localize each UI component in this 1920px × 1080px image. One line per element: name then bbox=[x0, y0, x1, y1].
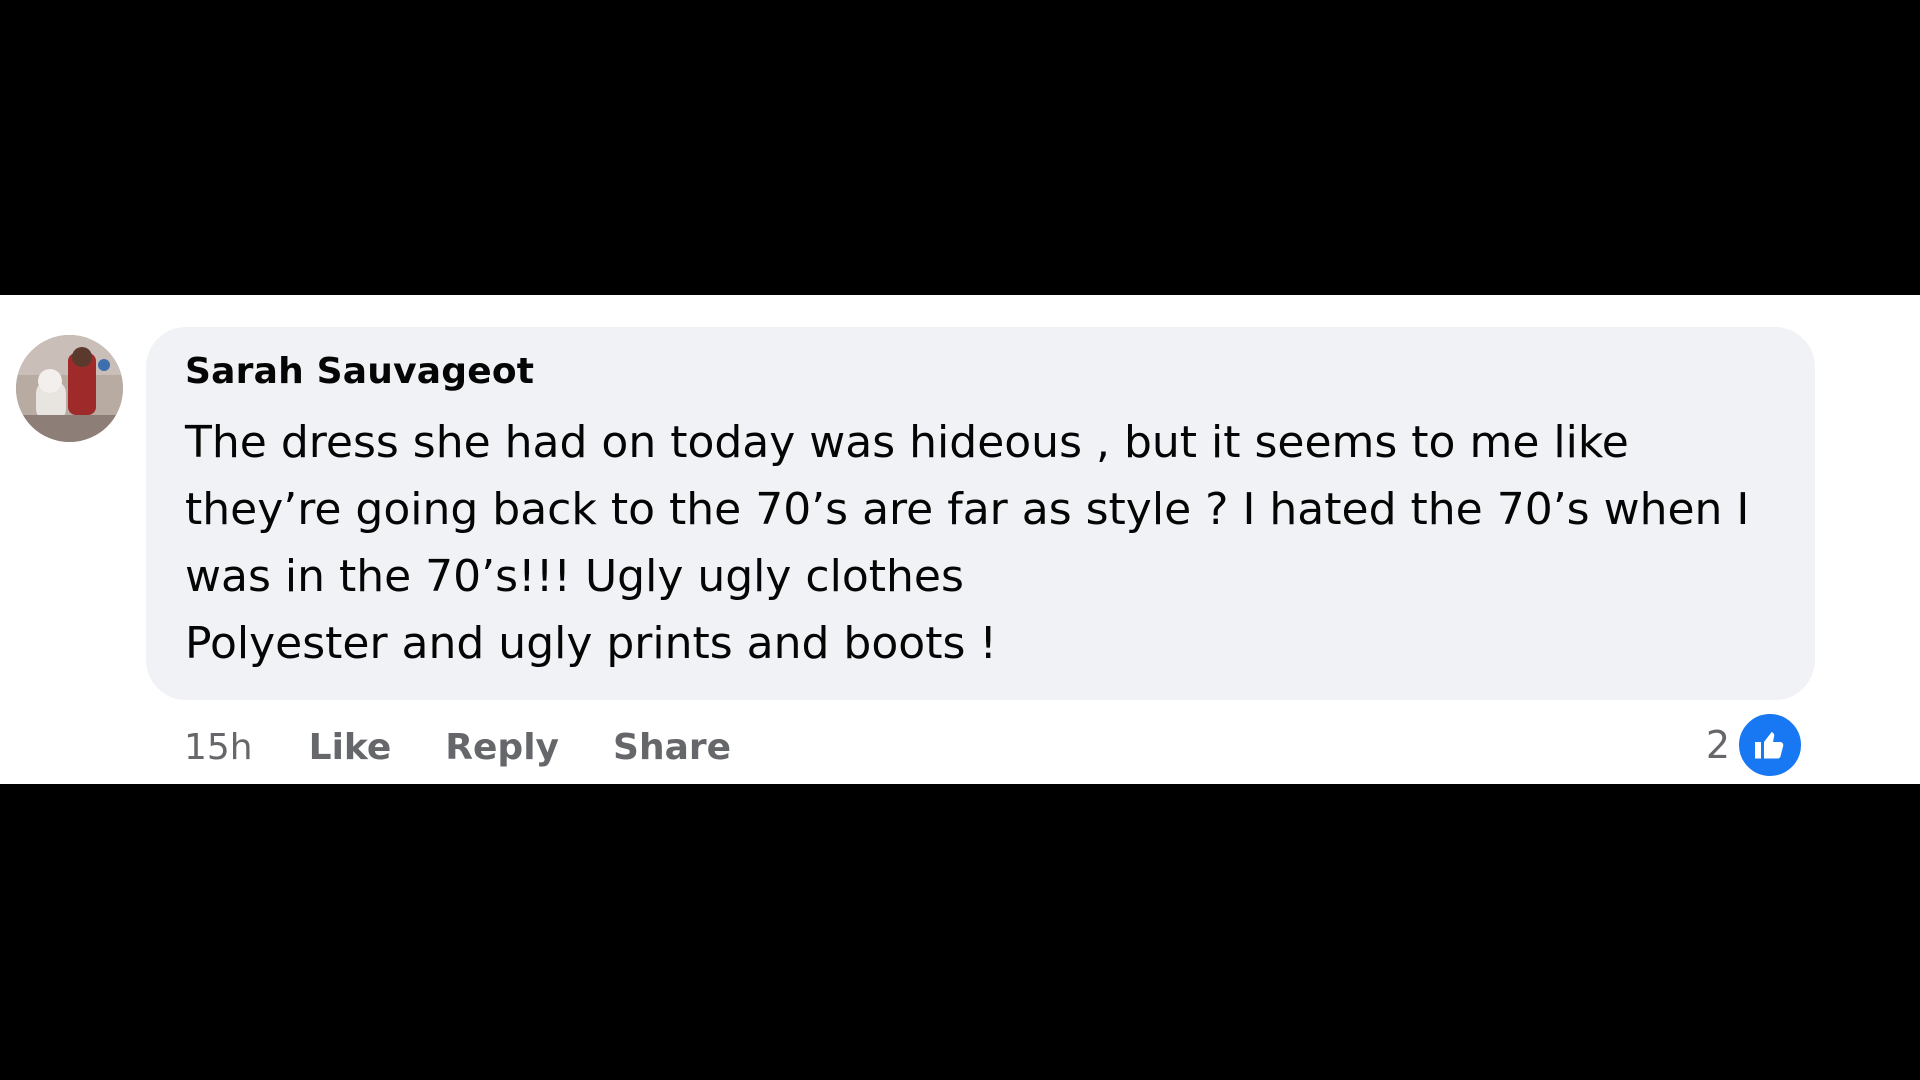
comment-area: Sarah Sauvageot The dress she had on tod… bbox=[0, 295, 1920, 784]
screenshot-stage: Sarah Sauvageot The dress she had on tod… bbox=[0, 0, 1920, 1080]
reply-button[interactable]: Reply bbox=[445, 727, 559, 768]
reaction-count: 2 bbox=[1705, 723, 1730, 767]
comment: Sarah Sauvageot The dress she had on tod… bbox=[0, 295, 1920, 784]
comment-actions: 15h Like Reply Share bbox=[184, 717, 785, 777]
like-button[interactable]: Like bbox=[309, 727, 392, 768]
like-icon bbox=[1736, 711, 1804, 779]
comment-bubble: Sarah Sauvageot The dress she had on tod… bbox=[146, 327, 1815, 700]
comment-author[interactable]: Sarah Sauvageot bbox=[185, 351, 1775, 393]
profile-photo-icon bbox=[16, 335, 123, 442]
reactions-summary[interactable]: 2 bbox=[1706, 711, 1804, 779]
avatar[interactable] bbox=[16, 335, 123, 442]
comment-timestamp[interactable]: 15h bbox=[184, 727, 253, 768]
share-button[interactable]: Share bbox=[613, 727, 731, 768]
comment-text: The dress she had on today was hideous ,… bbox=[185, 417, 1750, 669]
